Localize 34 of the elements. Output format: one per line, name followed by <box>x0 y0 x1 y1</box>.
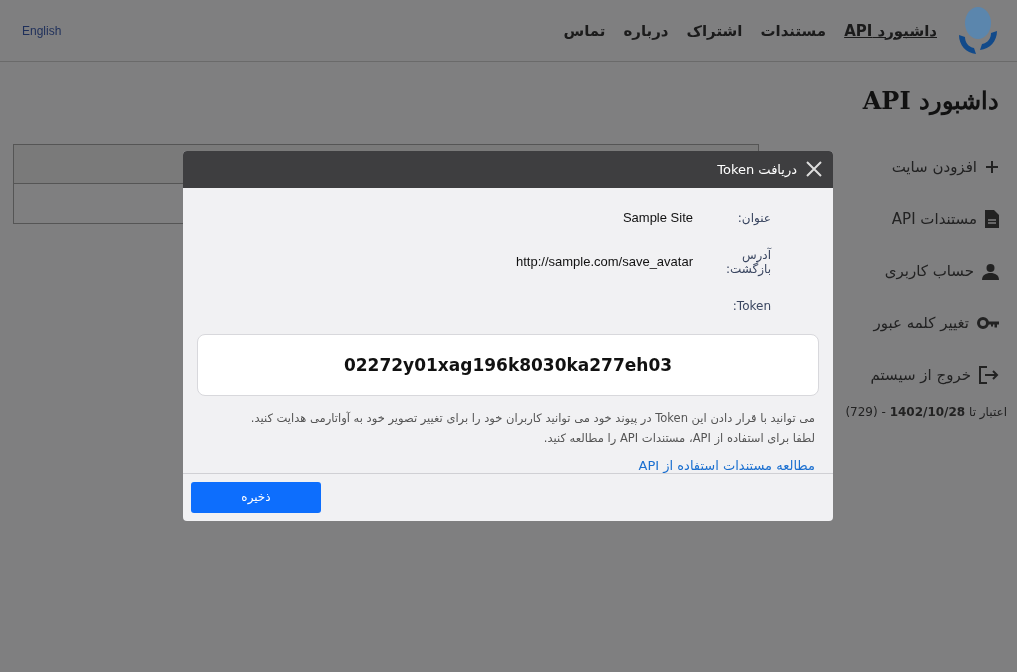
language-link[interactable]: English <box>22 23 62 38</box>
close-icon <box>805 160 823 179</box>
field-value: Sample Site <box>622 210 693 226</box>
token-field: 02272y01xag196k8030ka277eh03 <box>197 333 819 396</box>
sidebar-item[interactable]: افزودن سایت <box>849 141 999 193</box>
sidebar-label: افزودن سایت <box>891 158 977 176</box>
field-label: Token: <box>731 298 771 313</box>
sidebar-label: تغییر کلمه عبور <box>873 314 969 332</box>
key-icon <box>977 317 999 329</box>
field-label: عنوان: <box>736 210 771 225</box>
user-icon <box>982 262 999 280</box>
sidebar-item[interactable]: تغییر کلمه عبور <box>849 297 999 349</box>
plus-icon <box>985 160 999 174</box>
logout-icon <box>979 366 999 384</box>
sidebar-item[interactable]: مستندات API <box>849 193 999 245</box>
close-button[interactable] <box>805 160 823 179</box>
description-text: می توانید با قرار دادن این Token در پیوند خود می توانید کاربران خود را برای تغییر تصویر خود به آواتارمی هدایت کنید. لطفا برای استفاده از API، مستندات API را مطالعه کنید. <box>249 409 815 447</box>
document-icon <box>985 210 999 228</box>
nav-link[interactable]: داشبورد API <box>844 21 937 40</box>
field-label: آدرس بازگشت: <box>724 247 771 276</box>
sidebar-item[interactable]: خروج از سیستم <box>849 349 999 401</box>
documentation-link[interactable]: مطالعه مستندات استفاده از API <box>638 457 815 473</box>
nav-link[interactable]: درباره <box>623 21 669 40</box>
page-title: داشبورد API <box>861 86 999 115</box>
nav-link[interactable]: اشتراک <box>686 21 743 40</box>
sidebar-label: حساب کاربری <box>884 262 974 280</box>
dialog-title: دریافت Token <box>717 161 797 177</box>
sidebar-label: مستندات API <box>891 210 977 228</box>
sidebar-label: خروج از سیستم <box>870 366 971 384</box>
field-value: http://sample.com/save_avatar <box>515 254 693 270</box>
nav-link[interactable]: تماس <box>563 21 606 40</box>
sidebar-item[interactable]: حساب کاربری <box>849 245 999 297</box>
nav-link[interactable]: مستندات <box>760 21 827 40</box>
save-button[interactable]: ذخیره <box>191 481 321 513</box>
